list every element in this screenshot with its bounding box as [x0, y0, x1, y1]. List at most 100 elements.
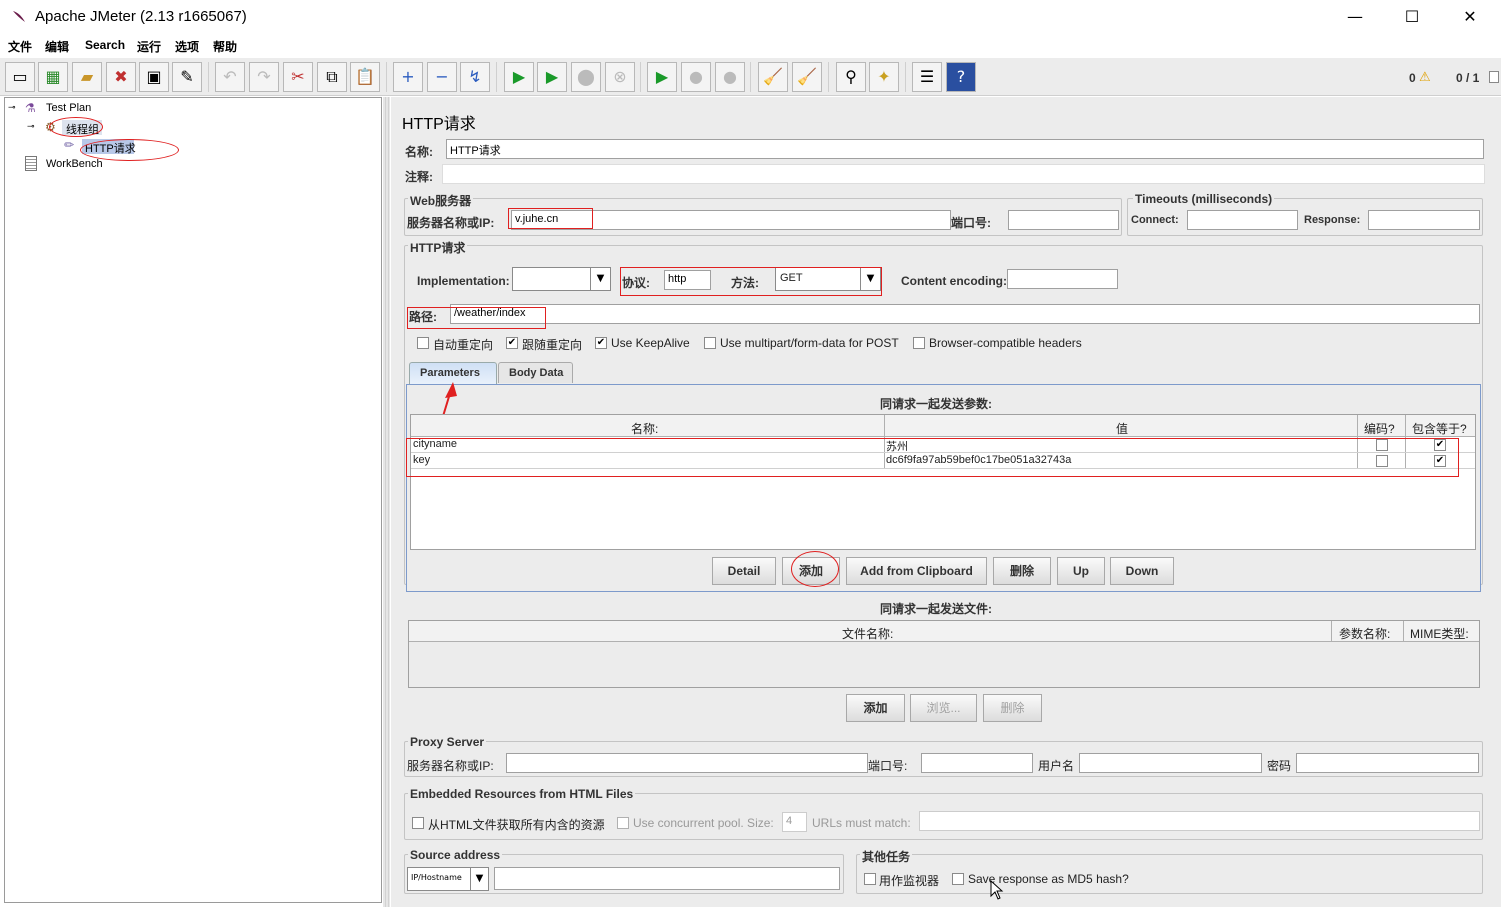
multipart-checkbox[interactable] [704, 337, 716, 349]
chevron-down-icon[interactable]: ▼ [590, 268, 610, 290]
params-table: 名称: 值 编码? 包含等于? cityname 苏州 ✔ key dc6f9f… [410, 414, 1476, 550]
close-button[interactable]: ✕ [1450, 4, 1490, 30]
menu-options[interactable]: 选项 [175, 38, 199, 55]
content-encoding-input[interactable] [1007, 269, 1118, 289]
source-type-dropdown[interactable]: IP/Hostname ▼ [407, 867, 489, 891]
collapse-icon[interactable]: − [427, 62, 457, 92]
connect-input[interactable] [1187, 210, 1298, 230]
files-header-filename[interactable]: 文件名称: [842, 625, 893, 642]
response-input[interactable] [1368, 210, 1480, 230]
paste-icon[interactable]: 📋 [350, 62, 380, 92]
tab-parameters-label: Parameters [420, 367, 480, 379]
port-input[interactable] [1008, 210, 1119, 230]
name-label: 名称: [405, 145, 433, 159]
files-header-mime[interactable]: MIME类型: [1410, 625, 1469, 642]
menu-help[interactable]: 帮助 [213, 38, 237, 55]
warning-icon[interactable]: ⚠ [1419, 70, 1431, 85]
start-icon[interactable]: ▶ [504, 62, 534, 92]
remote-start-icon[interactable]: ▶ [647, 62, 677, 92]
params-header-name[interactable]: 名称: [631, 420, 658, 437]
clear-all-icon[interactable]: 🧹 [792, 62, 822, 92]
cut-icon[interactable]: ✂ [283, 62, 313, 92]
new-icon[interactable]: ▭ [5, 62, 35, 92]
chevron-down-icon[interactable]: ▼ [470, 868, 488, 890]
delete-param-button[interactable]: 删除 [993, 557, 1051, 585]
delete-file-button[interactable]: 删除 [983, 694, 1042, 722]
tab-body-data[interactable]: Body Data [498, 362, 573, 383]
tree-expander-icon[interactable]: ⊸ [27, 122, 35, 132]
params-header-include-equals[interactable]: 包含等于? [1412, 420, 1467, 437]
name-input[interactable]: HTTP请求 [446, 139, 1484, 159]
start-no-timers-icon[interactable]: ▶ [537, 62, 567, 92]
keepalive-checkbox[interactable]: ✔ [595, 337, 607, 349]
remote-stop-icon[interactable]: ● [681, 62, 711, 92]
mouse-cursor-icon [990, 879, 1004, 903]
params-header-value[interactable]: 值 [1116, 420, 1128, 437]
add-from-clipboard-button[interactable]: Add from Clipboard [846, 557, 987, 585]
browse-button[interactable]: 浏览... [910, 694, 977, 722]
urls-match-input[interactable] [919, 811, 1480, 831]
concurrent-pool-checkbox[interactable] [617, 817, 629, 829]
undo-icon[interactable]: ↶ [215, 62, 245, 92]
menu-run[interactable]: 运行 [137, 38, 161, 55]
menu-search[interactable]: Search [85, 38, 125, 52]
params-title: 同请求一起发送参数: [880, 397, 992, 411]
proxy-user-input[interactable] [1079, 753, 1262, 773]
copy-icon[interactable]: ⧉ [317, 62, 347, 92]
tree-expander-icon[interactable]: ⊸ [8, 103, 16, 113]
split-divider[interactable] [383, 97, 390, 907]
proxy-server-input[interactable] [506, 753, 868, 773]
down-button[interactable]: Down [1110, 557, 1174, 585]
help-icon[interactable]: ? [946, 62, 976, 92]
save-icon[interactable]: ▣ [139, 62, 169, 92]
column-divider [1403, 621, 1404, 642]
use-as-monitor-checkbox[interactable] [864, 873, 876, 885]
tab-parameters[interactable]: Parameters [409, 362, 497, 384]
tree-node-test-plan[interactable]: Test Plan [46, 102, 91, 114]
menu-file[interactable]: 文件 [8, 38, 32, 55]
menu-edit[interactable]: 编辑 [45, 38, 69, 55]
path-input[interactable]: /weather/index [450, 304, 1480, 324]
proxy-port-input[interactable] [921, 753, 1033, 773]
fetch-resources-checkbox[interactable] [412, 817, 424, 829]
expand-icon[interactable]: + [393, 62, 423, 92]
redo-icon[interactable]: ↷ [249, 62, 279, 92]
source-address-input[interactable] [494, 867, 840, 890]
md5-checkbox[interactable] [952, 873, 964, 885]
connect-label: Connect: [1131, 214, 1179, 226]
function-helper-icon[interactable]: ☰ [912, 62, 942, 92]
files-header-row [409, 621, 1479, 642]
panel-title: HTTP请求 [402, 116, 476, 133]
implementation-dropdown[interactable]: ▼ [512, 267, 611, 291]
files-title: 同请求一起发送文件: [880, 602, 992, 616]
stop-icon[interactable]: ⬤ [571, 62, 601, 92]
pool-size-input[interactable]: 4 [782, 812, 807, 832]
follow-redirect-checkbox[interactable]: ✔ [506, 337, 518, 349]
up-button[interactable]: Up [1057, 557, 1105, 585]
status-indicator-icon [1489, 71, 1499, 83]
tree-node-workbench[interactable]: WorkBench [46, 158, 103, 170]
use-as-monitor-label: 用作监视器 [879, 874, 940, 888]
remote-shutdown-icon[interactable]: ● [715, 62, 745, 92]
open-icon[interactable]: ▰ [72, 62, 102, 92]
files-header-param-name[interactable]: 参数名称: [1339, 625, 1390, 642]
proxy-server-title: Proxy Server [408, 735, 487, 749]
auto-redirect-checkbox[interactable] [417, 337, 429, 349]
comment-input[interactable] [442, 164, 1485, 184]
params-header-encode[interactable]: 编码? [1364, 420, 1395, 437]
close-file-icon[interactable]: ✖ [106, 62, 136, 92]
shutdown-icon[interactable]: ⊗ [605, 62, 635, 92]
toggle-icon[interactable]: ↯ [460, 62, 490, 92]
proxy-password-input[interactable] [1296, 753, 1479, 773]
add-file-button[interactable]: 添加 [846, 694, 905, 722]
sampler-icon: ✏ [64, 138, 75, 152]
clear-icon[interactable]: 🧹 [758, 62, 788, 92]
templates-icon[interactable]: ▦ [38, 62, 68, 92]
detail-button[interactable]: Detail [712, 557, 776, 585]
minimize-button[interactable]: — [1335, 4, 1375, 30]
reset-search-icon[interactable]: ✦ [869, 62, 899, 92]
browser-headers-checkbox[interactable] [913, 337, 925, 349]
search-icon[interactable]: ⚲ [836, 62, 866, 92]
save-as-icon[interactable]: ✎ [172, 62, 202, 92]
maximize-button[interactable]: ☐ [1392, 4, 1432, 30]
